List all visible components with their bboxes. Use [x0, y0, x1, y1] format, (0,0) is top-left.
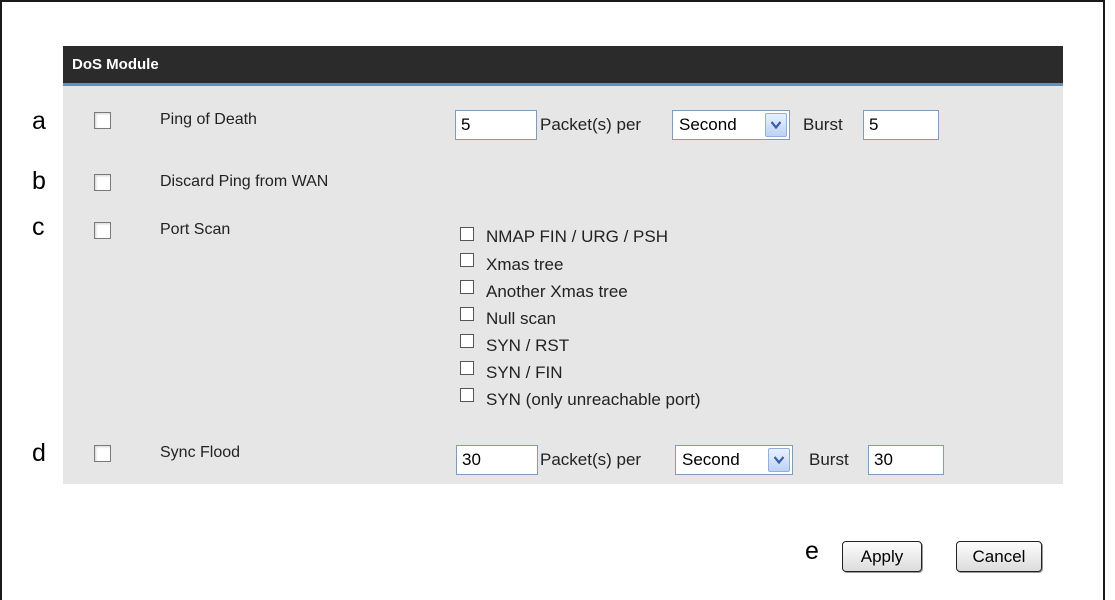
ping-of-death-label: Ping of Death [160, 111, 257, 128]
nmap-fin-urg-psh-label: NMAP FIN / URG / PSH [486, 227, 668, 246]
ping-of-death-unit-text: Packet(s) per [540, 115, 642, 134]
ping-of-death-rate-input[interactable] [455, 110, 537, 140]
syn-rst-checkbox[interactable] [460, 334, 474, 348]
discard-ping-checkbox[interactable] [94, 174, 111, 191]
another-xmas-tree-label: Another Xmas tree [486, 282, 628, 301]
syn-only-unreachable-port-label: SYN (only unreachable port) [486, 390, 701, 409]
ping-of-death-burst-label: Burst [803, 115, 843, 134]
syn-rst-label: SYN / RST [486, 336, 570, 355]
sync-flood-checkbox[interactable] [94, 445, 111, 462]
syn-only-unreachable-port-checkbox[interactable] [460, 388, 474, 402]
sync-flood-burst-input[interactable] [868, 445, 944, 475]
annotation-e: e [805, 537, 819, 565]
panel-title: DoS Module [63, 46, 1063, 86]
apply-button[interactable]: Apply [842, 541, 922, 572]
sync-flood-unit-text: Packet(s) per [540, 450, 642, 469]
ping-of-death-checkbox[interactable] [94, 112, 111, 129]
annotation-c: c [32, 213, 45, 241]
annotation-a: a [32, 107, 46, 135]
annotation-b: b [32, 167, 46, 195]
annotation-d: d [32, 439, 46, 467]
ping-of-death-burst-input[interactable] [863, 110, 939, 140]
port-scan-label: Port Scan [160, 221, 231, 238]
syn-fin-checkbox[interactable] [460, 361, 474, 375]
sync-flood-burst-label: Burst [809, 450, 849, 469]
xmas-tree-label: Xmas tree [486, 255, 564, 274]
sync-flood-rate-input[interactable] [456, 445, 538, 475]
syn-fin-label: SYN / FIN [486, 363, 563, 382]
cancel-button[interactable]: Cancel [956, 541, 1042, 572]
chevron-down-icon[interactable] [768, 448, 790, 472]
ping-of-death-period-select[interactable]: Second [672, 110, 790, 140]
sync-flood-label: Sync Flood [160, 444, 241, 461]
sync-flood-period-value: Second [682, 450, 740, 469]
xmas-tree-checkbox[interactable] [460, 253, 474, 267]
null-scan-label: Null scan [486, 309, 556, 328]
port-scan-checkbox[interactable] [94, 222, 111, 239]
another-xmas-tree-checkbox[interactable] [460, 280, 474, 294]
chevron-down-icon[interactable] [765, 113, 787, 137]
nmap-fin-urg-psh-checkbox[interactable] [460, 227, 474, 241]
ping-of-death-period-value: Second [679, 115, 737, 134]
null-scan-checkbox[interactable] [460, 307, 474, 321]
sync-flood-period-select[interactable]: Second [675, 445, 793, 475]
discard-ping-label: Discard Ping from WAN [160, 173, 329, 190]
